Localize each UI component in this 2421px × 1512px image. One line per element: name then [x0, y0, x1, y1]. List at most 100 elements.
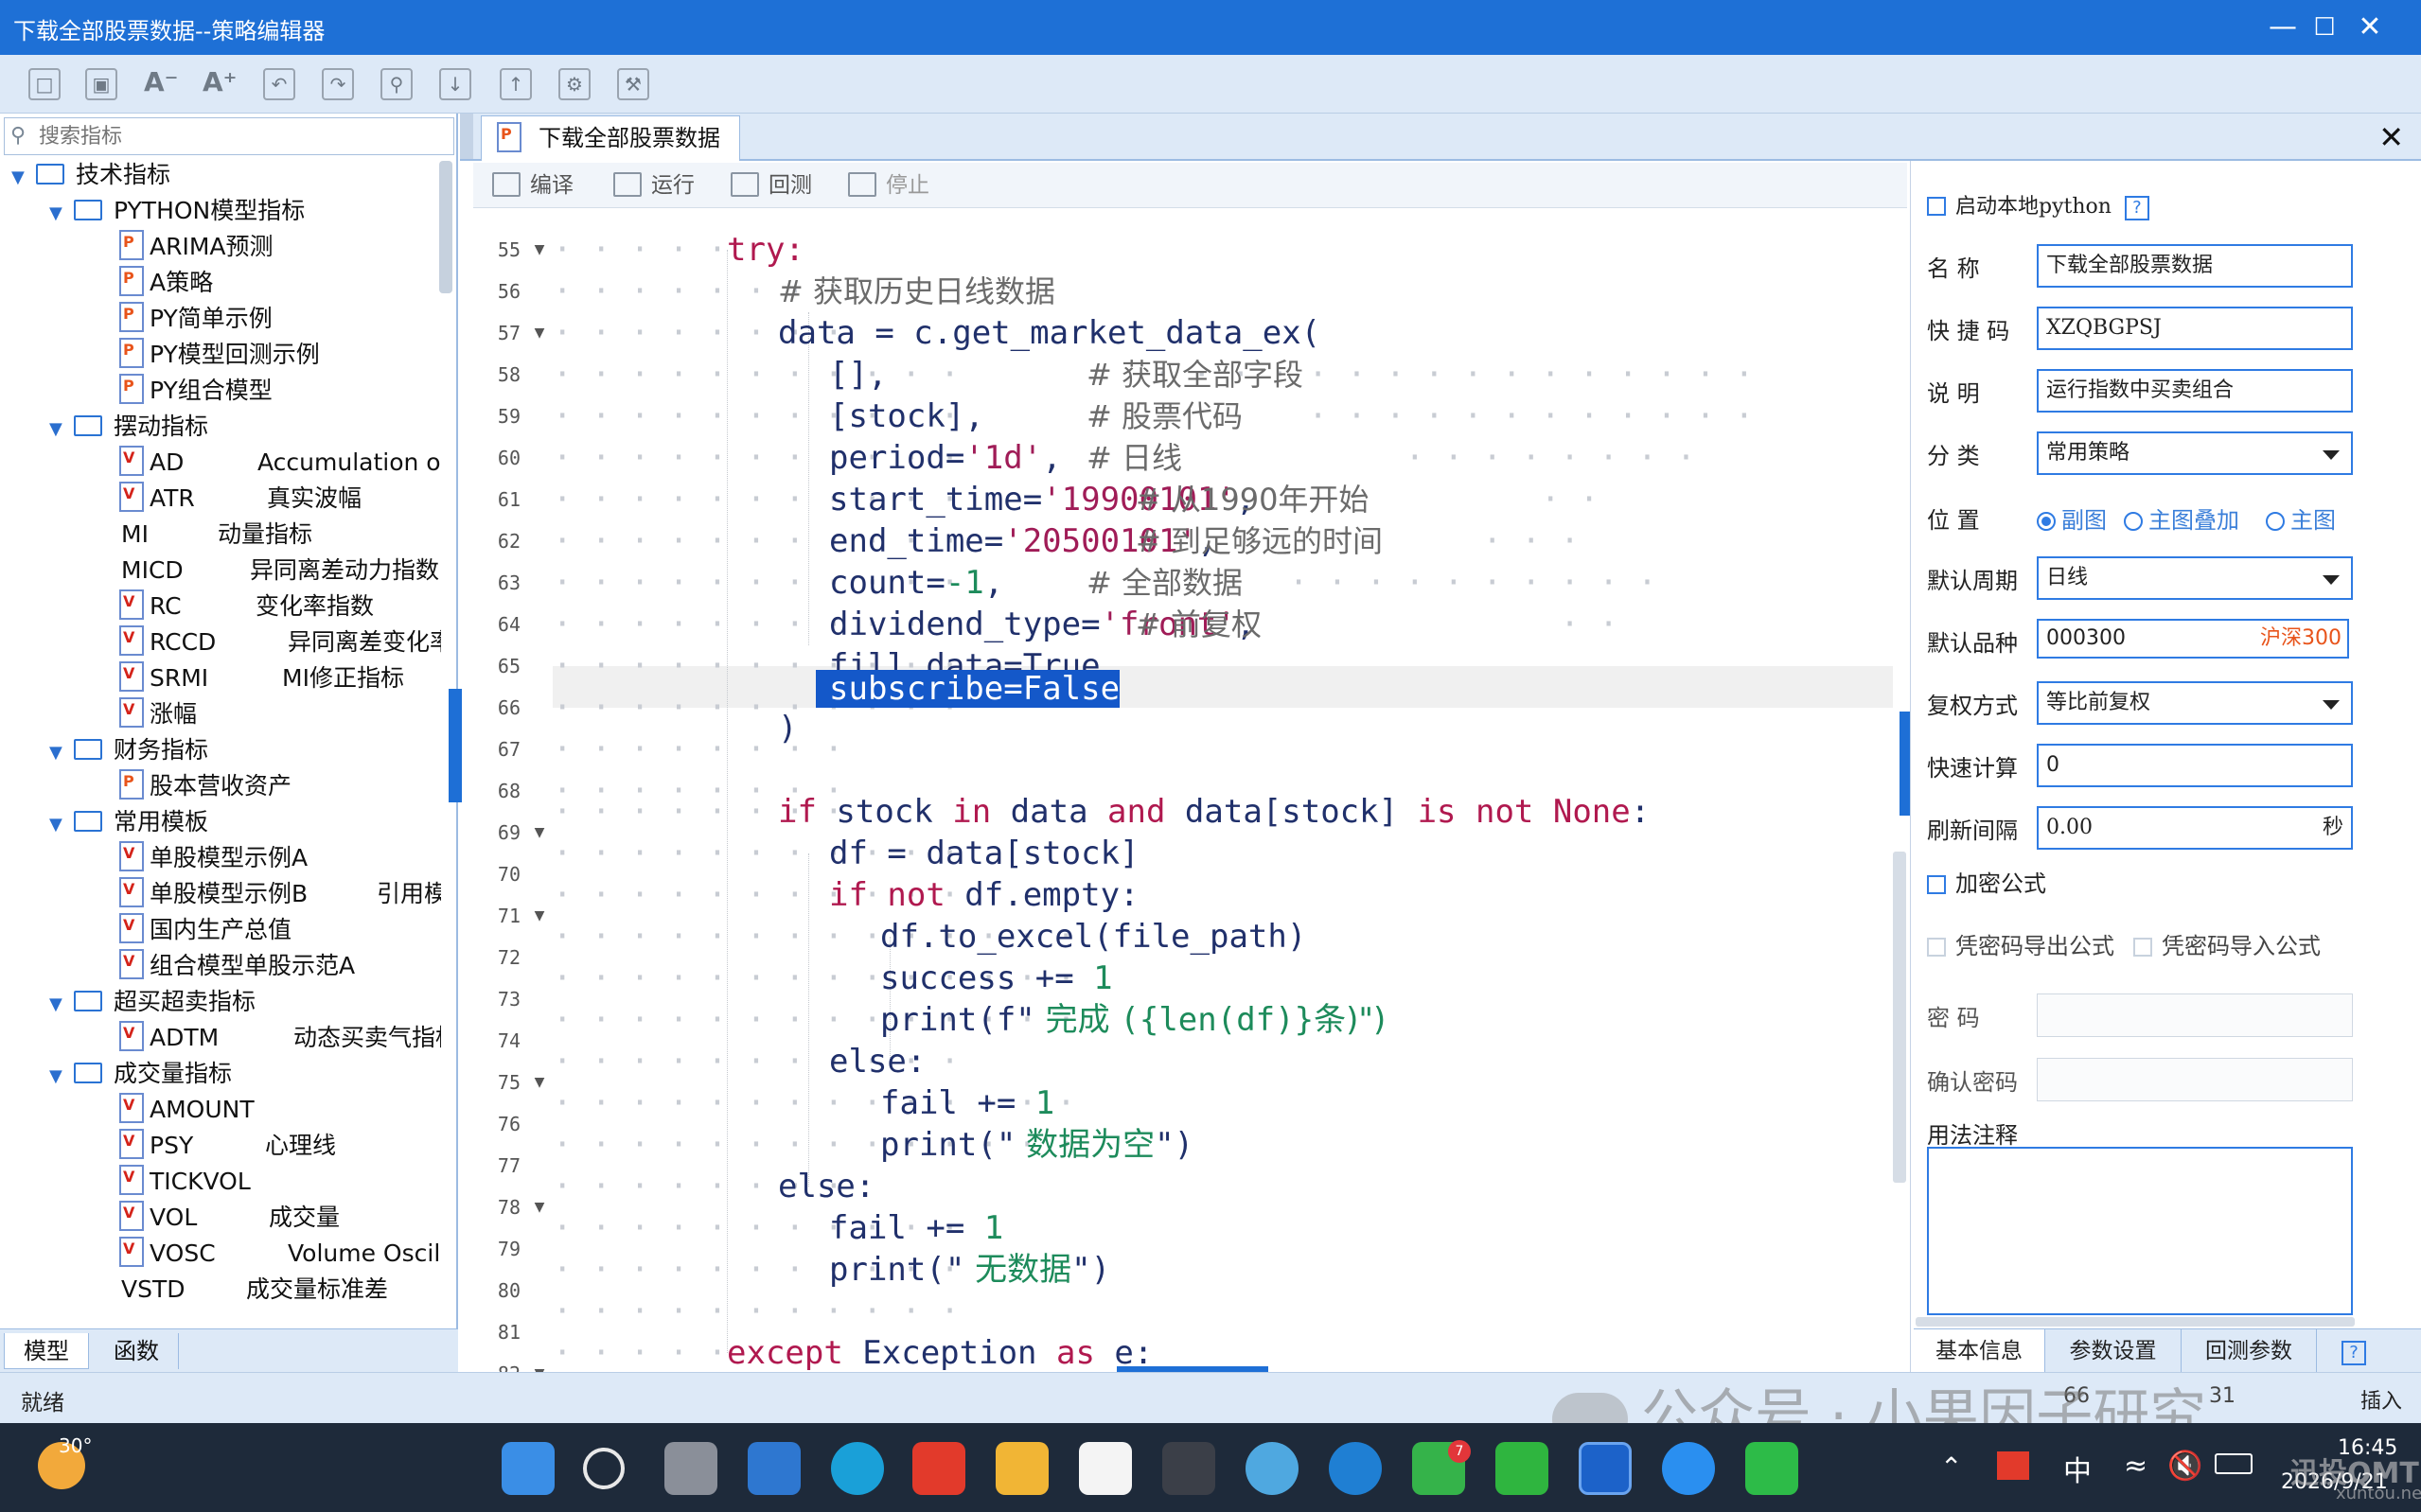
tree-item[interactable]: MICD 异同离差动力指数: [121, 553, 443, 589]
import-password-checkbox[interactable]: 凭密码导入公式: [2133, 927, 2321, 960]
run-button[interactable]: 运行: [604, 168, 704, 202]
ie-ai-icon[interactable]: [1329, 1442, 1382, 1495]
tree-node-root[interactable]: ▼ 技术指标: [11, 157, 170, 193]
symbol-field[interactable]: 000300 沪深300: [2037, 619, 2349, 659]
tree-item[interactable]: P 股本营收资产: [119, 768, 292, 804]
qmt-icon[interactable]: [1579, 1442, 1632, 1495]
export-password-checkbox[interactable]: 凭密码导出公式: [1927, 927, 2114, 960]
battery-icon[interactable]: [2215, 1453, 2253, 1474]
start-icon[interactable]: [502, 1442, 555, 1495]
tree-item[interactable]: V 涨幅: [119, 696, 197, 732]
checkbox-icon[interactable]: [1927, 197, 1946, 216]
tree-group[interactable]: ▼ 成交量指标: [49, 1056, 232, 1092]
tree-item[interactable]: V SRMI MI修正指标: [119, 660, 441, 696]
tab-model[interactable]: 模型: [4, 1333, 89, 1369]
description-field[interactable]: 运行指数中买卖组合: [2037, 369, 2353, 413]
fast-calc-field[interactable]: 0: [2037, 744, 2353, 787]
search-icon[interactable]: [583, 1448, 625, 1489]
panel-hscrollbar[interactable]: [1916, 1317, 2355, 1327]
tree-item[interactable]: V RCCD 异同离差变化率: [119, 624, 441, 660]
position-radio-overlay[interactable]: 主图叠加: [2124, 501, 2239, 535]
task-view-icon[interactable]: [664, 1442, 717, 1495]
tab-params[interactable]: 参数设置: [2044, 1329, 2181, 1373]
position-radio-sub[interactable]: 副图: [2037, 501, 2107, 535]
tab-basic-info[interactable]: 基本信息: [1914, 1329, 2044, 1373]
selected-text[interactable]: subscribe=False: [816, 670, 1121, 708]
tree-item[interactable]: P PY模型回测示例: [119, 337, 320, 373]
editor-scrollbar[interactable]: [1893, 852, 1906, 1183]
position-radio-main[interactable]: 主图: [2266, 501, 2336, 535]
wps-icon[interactable]: [912, 1442, 965, 1495]
help-icon[interactable]: ?: [2341, 1341, 2366, 1365]
refresh-field[interactable]: 0.00 秒: [2037, 806, 2353, 850]
tree-group[interactable]: ▼ PYTHON模型指标: [49, 193, 305, 229]
radio-icon[interactable]: [2124, 512, 2143, 531]
password-field[interactable]: [2037, 993, 2353, 1037]
tree-item[interactable]: P ARIMA预测: [119, 229, 274, 265]
close-tab-icon[interactable]: ✕: [2378, 119, 2404, 155]
tree-group[interactable]: ▼ 常用模板: [49, 804, 208, 840]
tree-item[interactable]: V ATR 真实波幅: [119, 481, 441, 517]
tab-list-icon[interactable]: [460, 114, 473, 159]
chevron-up-icon[interactable]: ⌃: [1940, 1451, 1962, 1483]
tab-document[interactable]: P 下载全部股票数据: [481, 115, 740, 161]
tab-backtest-params[interactable]: 回测参数: [2181, 1329, 2317, 1373]
undo-icon[interactable]: ↶: [263, 68, 295, 100]
search-input[interactable]: [39, 122, 436, 150]
backtest-button[interactable]: 回测: [721, 168, 822, 202]
tree-group[interactable]: ▼ 超买超卖指标: [49, 984, 256, 1020]
wps-tray-icon[interactable]: [1997, 1451, 2029, 1480]
maximize-icon[interactable]: ☐: [2302, 6, 2347, 49]
tree-item[interactable]: V 国内生产总值: [119, 912, 292, 948]
wechat-work-icon[interactable]: [1495, 1442, 1548, 1495]
tree-item[interactable]: MI 动量指标: [121, 517, 443, 553]
radio-selected-icon[interactable]: [2037, 512, 2056, 531]
search-box[interactable]: ⚲: [4, 117, 454, 155]
save-icon[interactable]: □: [28, 68, 61, 100]
redo-icon[interactable]: ↷: [322, 68, 354, 100]
edge-icon[interactable]: [831, 1442, 884, 1495]
export-icon[interactable]: ↓: [439, 68, 471, 100]
radio-icon[interactable]: [2266, 512, 2285, 531]
fold-marker-icon[interactable]: ▼: [530, 1062, 549, 1103]
minimize-icon[interactable]: —: [2260, 6, 2306, 49]
fold-marker-icon[interactable]: ▼: [530, 812, 549, 853]
shortcut-field[interactable]: XZQBGPSJ: [2037, 307, 2353, 350]
store-icon[interactable]: [1079, 1442, 1132, 1495]
confirm-password-field[interactable]: [2037, 1058, 2353, 1101]
adjust-select[interactable]: 等比前复权: [2037, 681, 2353, 725]
tree-group[interactable]: ▼ 财务指标: [49, 732, 208, 768]
file-explorer-icon[interactable]: [996, 1442, 1049, 1495]
font-decrease-icon[interactable]: A⁻: [144, 68, 178, 100]
fold-marker-icon[interactable]: ▼: [530, 1353, 549, 1372]
name-field[interactable]: 下载全部股票数据: [2037, 244, 2353, 288]
tree-scrollbar[interactable]: [439, 161, 452, 293]
copilot-icon[interactable]: [1662, 1442, 1715, 1495]
settings-icon[interactable]: ⚙: [558, 68, 591, 100]
tree-item[interactable]: P PY简单示例: [119, 301, 273, 337]
tree-item[interactable]: V RC 变化率指数: [119, 589, 441, 624]
tab-function[interactable]: 函数: [95, 1333, 179, 1369]
tree-item[interactable]: V 单股模型示例A: [119, 840, 308, 876]
fold-marker-icon[interactable]: ▼: [530, 1187, 549, 1228]
fold-marker-icon[interactable]: ▼: [530, 229, 549, 271]
stop-button[interactable]: 停止: [839, 168, 939, 202]
encrypt-checkbox[interactable]: 加密公式: [1927, 865, 2046, 898]
ime-indicator[interactable]: 中: [2063, 1448, 2092, 1489]
tree-item[interactable]: VADTM 动态买卖气指标: [119, 1020, 441, 1056]
wifi-icon[interactable]: ≈: [2124, 1450, 2147, 1483]
category-select[interactable]: 常用策略: [2037, 431, 2353, 475]
tree-item[interactable]: V 单股模型示例B 引用模: [119, 876, 441, 912]
tree-item[interactable]: V AMOUNT: [119, 1092, 255, 1128]
checkbox-icon[interactable]: [1927, 875, 1946, 894]
tree-item[interactable]: V 组合模型单股示范A: [119, 948, 355, 984]
tree-item[interactable]: V TICKVOL: [119, 1164, 251, 1200]
tools-icon[interactable]: ⚒: [617, 68, 649, 100]
tree-group[interactable]: ▼ 摆动指标: [49, 409, 208, 445]
find-icon[interactable]: ⚲: [380, 68, 413, 100]
local-python-checkbox[interactable]: 启动本地python?: [1927, 189, 2149, 220]
tree-item[interactable]: V VOL 成交量: [119, 1200, 441, 1236]
tree-item[interactable]: P PY组合模型: [119, 373, 273, 409]
checkbox-icon[interactable]: [1927, 938, 1946, 957]
tree-item[interactable]: VVOSC Volume Oscilla: [119, 1236, 441, 1272]
